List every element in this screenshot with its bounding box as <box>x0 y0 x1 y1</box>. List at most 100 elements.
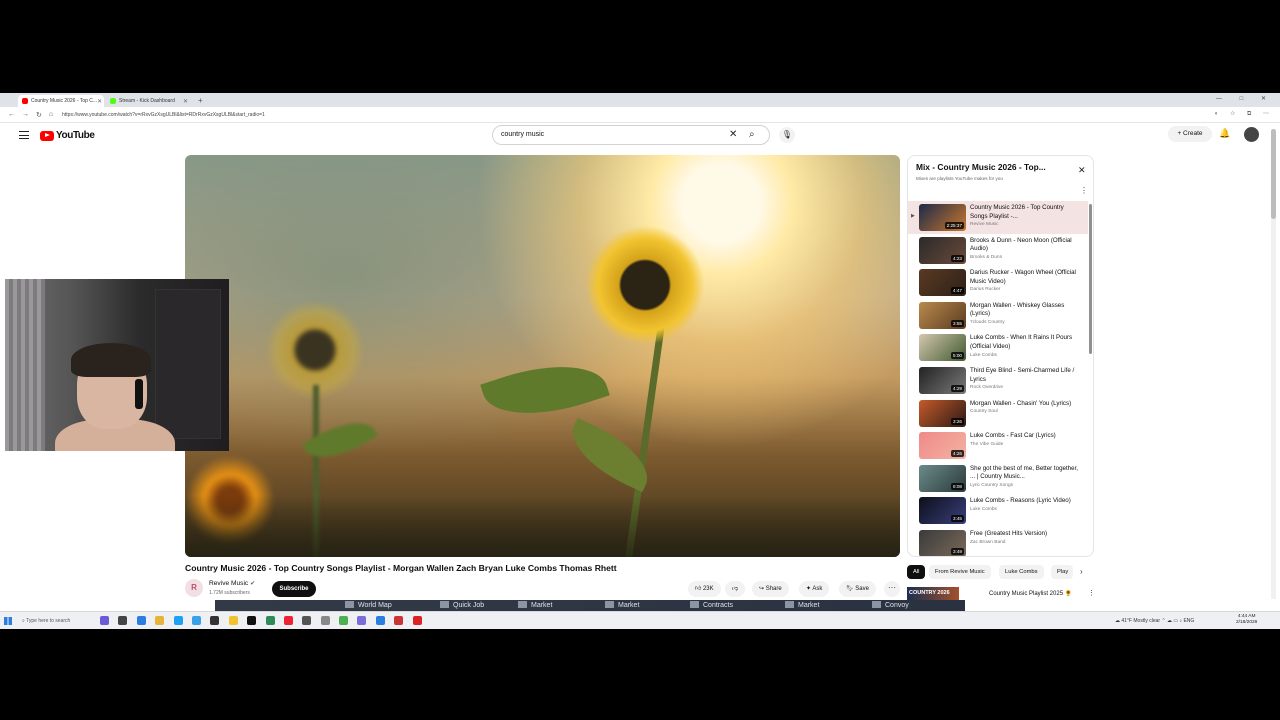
playlist-thumbnail[interactable]: 3:26 <box>919 399 966 427</box>
taskbar-app-icon[interactable] <box>302 616 312 625</box>
playlist-item-text[interactable]: Luke Combs - When It Rains It Pours (Off… <box>970 334 1082 357</box>
taskbar-app-icon[interactable] <box>394 616 404 625</box>
back-arrow-icon[interactable]: ← <box>8 111 15 118</box>
playlist-thumbnail[interactable]: 2:25:37 <box>919 204 966 231</box>
notifications-bell-icon[interactable]: 🔔 <box>1219 128 1230 139</box>
language-indicator[interactable]: ENG <box>1183 618 1194 624</box>
system-tray[interactable]: ☁ 41°F Mostly clear ⌃ ☁ ▭ ♪ ENG <box>1115 615 1194 627</box>
windows-start-icon[interactable] <box>4 617 12 625</box>
up-next-item[interactable]: COUNTRY 2026 Country Music Playlist 2025… <box>907 587 1095 601</box>
subscribe-button[interactable]: Subscribe <box>272 581 316 597</box>
search-box[interactable]: country music ✕ ⌕ <box>492 125 770 145</box>
create-button[interactable]: + Create <box>1168 126 1212 142</box>
playlist-item[interactable]: 3:26 Morgan Wallen - Chasin' You (Lyrics)… <box>908 397 1088 430</box>
taskbar-clock[interactable]: 4:44 AM 2/18/2026 <box>1236 614 1257 626</box>
taskbar-app-icon[interactable] <box>191 616 201 625</box>
browser-tab-youtube[interactable]: Country Music 2026 - Top C... ✕ <box>18 95 104 107</box>
playlist-thumbnail[interactable]: 4:29 <box>919 366 966 394</box>
channel-avatar[interactable]: R <box>185 579 203 597</box>
playlist-item-text[interactable]: Morgan Wallen - Chasin' You (Lyrics) Coun… <box>970 400 1082 415</box>
url-field[interactable]: https://www.youtube.com/watch?v=rRxvGzXs… <box>62 112 265 118</box>
ask-button[interactable]: ✦ Ask <box>799 581 830 597</box>
taskbar-app-icon[interactable] <box>339 616 349 625</box>
game-menu-item[interactable]: Contracts <box>690 600 733 611</box>
weather-text[interactable]: 41°F Mostly clear <box>1121 618 1160 624</box>
game-menu-item[interactable]: World Map <box>345 600 392 611</box>
channel-name-text[interactable]: Revive Music <box>209 580 248 587</box>
taskbar-app-icon[interactable] <box>155 616 165 625</box>
forward-arrow-icon[interactable]: → <box>22 111 29 118</box>
scrollbar-thumb[interactable] <box>1271 129 1276 219</box>
taskbar-search[interactable]: ⌕ Type here to search <box>22 615 94 627</box>
playlist-item-text[interactable]: Third Eye Blind - Semi-Charmed Life / Ly… <box>970 367 1082 390</box>
playlist-item[interactable]: 4:29 Third Eye Blind - Semi-Charmed Life … <box>908 364 1088 397</box>
playlist-item-title[interactable]: She got the best of me, Better together,… <box>970 465 1082 482</box>
account-avatar[interactable] <box>1244 127 1259 142</box>
new-tab-button[interactable]: + <box>198 95 203 107</box>
extension-icons[interactable]: ◐ ☆ ⧉ ⋯ <box>1215 110 1274 118</box>
playlist-item[interactable]: 3:55 Morgan Wallen - Whiskey Glasses (Lyr… <box>908 299 1088 332</box>
playlist-item-text[interactable]: Brooks & Dunn - Neon Moon (Official Audi… <box>970 237 1082 260</box>
playlist-item-title[interactable]: Brooks & Dunn - Neon Moon (Official Audi… <box>970 237 1082 254</box>
up-next-title[interactable]: Country Music Playlist 2025 🌻 <box>989 590 1072 597</box>
playlist-item-title[interactable]: Free (Greatest Hits Version) <box>970 530 1082 539</box>
video-player[interactable] <box>185 155 900 557</box>
taskbar-app-icon[interactable] <box>357 616 367 625</box>
game-menu-item[interactable]: Quick Job <box>440 600 484 611</box>
up-next-thumbnail[interactable]: COUNTRY 2026 <box>907 587 959 601</box>
taskbar-app-icon[interactable] <box>247 616 257 625</box>
taskbar-app-icon[interactable] <box>173 616 183 625</box>
like-button[interactable]: 👍︎ 23K <box>688 581 721 597</box>
share-button[interactable]: ↪ Share <box>752 581 789 597</box>
taskbar-app-icon[interactable] <box>228 616 238 625</box>
playlist-item[interactable]: 8:08 She got the best of me, Better toget… <box>908 462 1088 495</box>
chevron-right-icon[interactable]: › <box>1080 567 1083 576</box>
home-icon[interactable]: ⌂ <box>49 111 53 118</box>
save-button[interactable]: 🔖︎ Save <box>839 581 876 597</box>
playlist-scrollbar[interactable] <box>1089 204 1092 354</box>
game-menu-item[interactable]: Market <box>605 600 639 611</box>
reload-icon[interactable]: ↻ <box>36 111 42 119</box>
page-scrollbar[interactable] <box>1271 129 1276 599</box>
playlist-item-text[interactable]: Luke Combs - Fast Car (Lyrics) The Vibe G… <box>970 432 1082 447</box>
taskbar-app-icon[interactable] <box>283 616 293 625</box>
chip-all[interactable]: All <box>907 565 926 579</box>
playlist-item-text[interactable]: Darius Rucker - Wagon Wheel (Official Mu… <box>970 269 1082 292</box>
playlist-thumbnail[interactable]: 3:45 <box>919 497 966 525</box>
playlist-item[interactable]: 4:26 Luke Combs - Fast Car (Lyrics) The Vi… <box>908 429 1088 462</box>
microphone-icon[interactable]: 🎙 <box>779 127 795 143</box>
taskbar-app-icon[interactable] <box>210 616 220 625</box>
game-menu-item[interactable]: Convoy <box>872 600 909 611</box>
playlist-item-text[interactable]: Morgan Wallen - Whiskey Glasses (Lyrics)… <box>970 302 1082 325</box>
game-menu-item[interactable]: Market <box>785 600 819 611</box>
playlist-item-title[interactable]: Luke Combs - Fast Car (Lyrics) <box>970 432 1082 441</box>
playlist-item[interactable]: 3:49 Free (Greatest Hits Version) Zac Brow… <box>908 527 1088 556</box>
playlist-item[interactable]: 4:47 Darius Rucker - Wagon Wheel (Officia… <box>908 266 1088 299</box>
chip-play[interactable]: Play <box>1051 565 1073 579</box>
channel-name[interactable]: Revive Music ✔ <box>209 580 255 587</box>
playlist-item-title[interactable]: Third Eye Blind - Semi-Charmed Life / Ly… <box>970 367 1082 384</box>
game-menu-item[interactable]: Market <box>518 600 552 611</box>
tray-icons[interactable]: ⌃ ☁ ▭ ♪ <box>1161 618 1183 624</box>
playlist-item[interactable]: 4:23 Brooks & Dunn - Neon Moon (Official … <box>908 234 1088 267</box>
taskbar-app-icon[interactable] <box>320 616 330 625</box>
playlist-item-title[interactable]: Country Music 2026 - Top Country Songs P… <box>970 204 1082 221</box>
taskbar-app-icon[interactable] <box>136 616 146 625</box>
playlist-thumbnail[interactable]: 3:49 <box>919 529 966 556</box>
chip-luke-combs[interactable]: Luke Combs <box>999 565 1044 579</box>
hamburger-menu-icon[interactable] <box>19 131 29 139</box>
playlist-item[interactable]: 3:45 Luke Combs - Reasons (Lyric Video) Lu… <box>908 494 1088 527</box>
search-input[interactable]: country music <box>501 131 544 138</box>
playlist-thumbnail[interactable]: 8:08 <box>919 464 966 492</box>
playlist-thumbnail[interactable]: 3:55 <box>919 301 966 329</box>
browser-tab-kick[interactable]: Stream - Kick Dashboard ✕ <box>106 95 192 107</box>
playlist-item-text[interactable]: She got the best of me, Better together,… <box>970 465 1082 488</box>
search-icon[interactable]: ⌕ <box>749 129 755 140</box>
more-options-icon[interactable]: ⋮ <box>1088 589 1095 597</box>
playlist-title[interactable]: Mix - Country Music 2026 - Top... <box>916 162 1046 172</box>
dislike-button[interactable]: 👎︎ <box>725 581 746 597</box>
playlist-item-text[interactable]: Country Music 2026 - Top Country Songs P… <box>970 204 1082 227</box>
playlist-thumbnail[interactable]: 4:26 <box>919 432 966 460</box>
more-actions-button[interactable]: ··· <box>884 581 900 597</box>
close-tab-icon[interactable]: ✕ <box>183 98 188 105</box>
